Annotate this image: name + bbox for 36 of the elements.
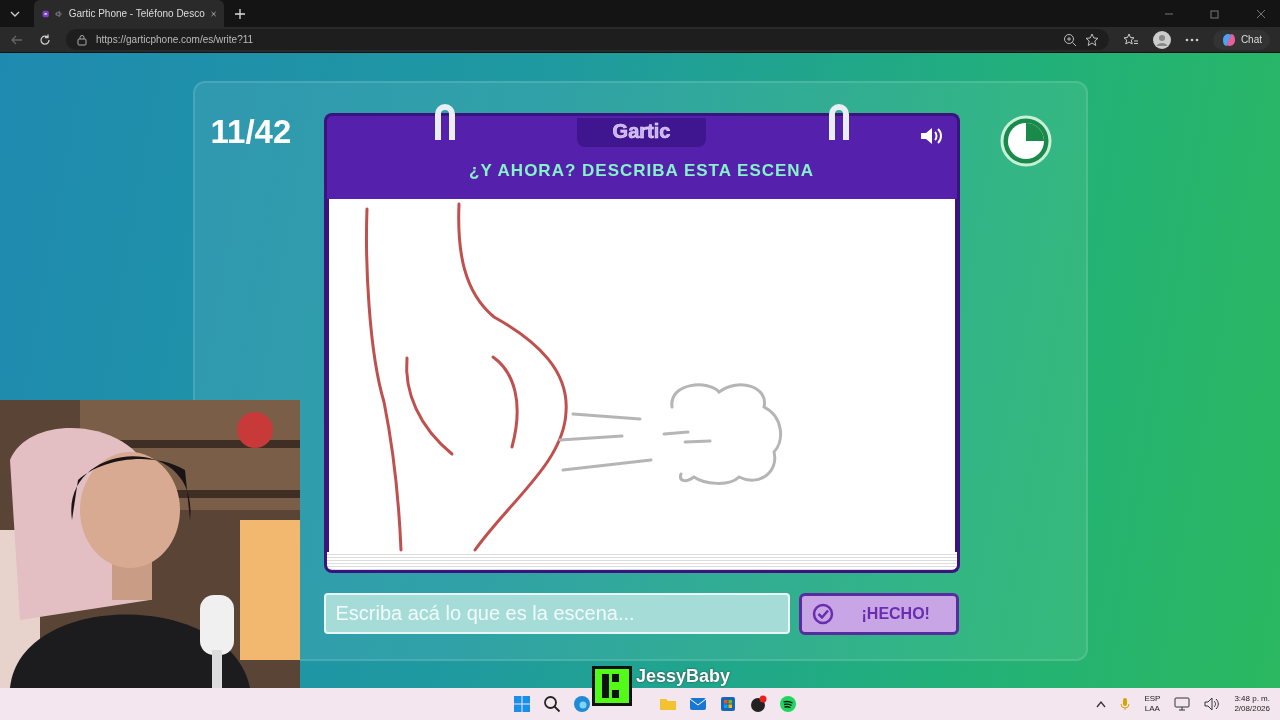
address-bar[interactable]: https://garticphone.com/es/write?11 xyxy=(66,29,1109,50)
logo: Gartic xyxy=(576,118,707,147)
answer-field[interactable]: Escriba acá lo que es la escena... xyxy=(323,593,790,634)
search-icon[interactable] xyxy=(543,695,561,713)
volume-icon[interactable] xyxy=(1204,697,1221,711)
round-counter: 11/42 xyxy=(210,113,293,152)
streamer-name: JessyBaby xyxy=(636,666,731,686)
profile-icon[interactable] xyxy=(1152,30,1171,49)
app-icon[interactable] xyxy=(749,695,767,713)
done-button[interactable]: ¡HECHO! xyxy=(798,593,959,635)
start-icon[interactable] xyxy=(513,695,531,713)
speaker-icon[interactable] xyxy=(918,126,945,146)
restore-icon[interactable] xyxy=(1210,8,1220,19)
chat-icon xyxy=(1220,31,1237,48)
music-icon[interactable] xyxy=(779,695,797,713)
scene-prompt: ¿Y AHORA? DESCRIBA ESTA ESCENA xyxy=(469,161,814,181)
new-tab-icon[interactable] xyxy=(234,7,246,20)
timer-icon xyxy=(999,115,1052,167)
zoom-icon[interactable] xyxy=(1062,32,1077,47)
browser-tab[interactable]: Gartic Phone - Teléfono Desco xyxy=(34,0,224,27)
chevron-up-icon[interactable] xyxy=(1096,700,1107,708)
language-indicator[interactable]: ESP LAA xyxy=(1144,694,1161,714)
chat-button[interactable]: Chat xyxy=(1212,29,1270,50)
mail-icon[interactable] xyxy=(689,695,707,713)
more-icon[interactable] xyxy=(1184,37,1199,42)
star-icon[interactable] xyxy=(1084,32,1099,47)
favorites-icon[interactable] xyxy=(1122,32,1139,47)
store-icon[interactable] xyxy=(719,695,737,713)
clock[interactable]: 3:48 p. m. 2/08/2026 xyxy=(1234,694,1270,714)
check-icon xyxy=(811,603,834,625)
lock-icon xyxy=(76,33,88,46)
url-text: https://garticphone.com/es/write?11 xyxy=(96,34,254,45)
channel-logo-icon xyxy=(592,666,632,706)
browser-icon[interactable] xyxy=(573,695,591,713)
reload-icon[interactable] xyxy=(38,32,52,47)
close-icon[interactable] xyxy=(1256,8,1266,19)
